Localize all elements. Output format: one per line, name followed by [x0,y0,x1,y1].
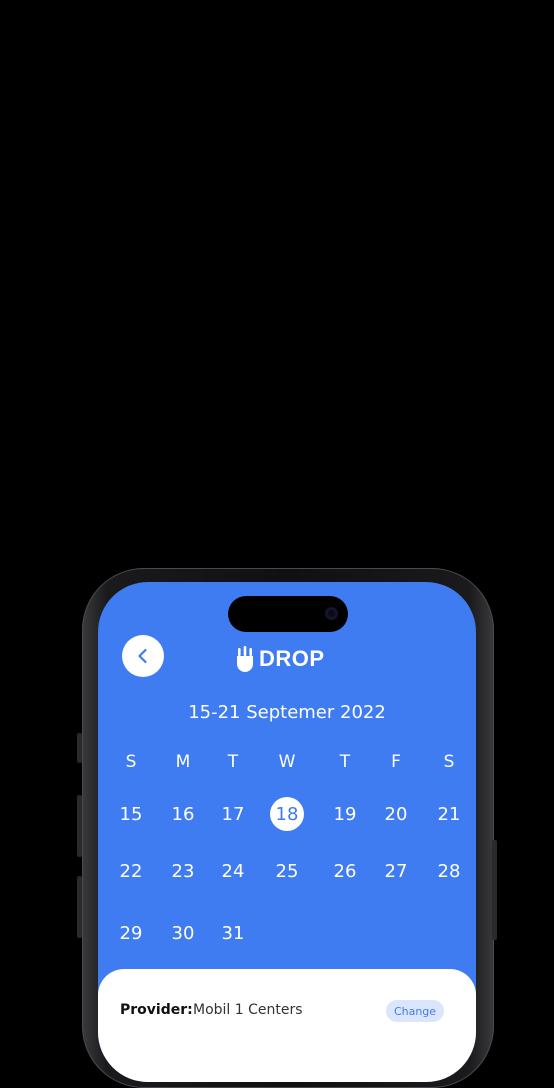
day-number: 23 [171,860,195,882]
weekday-label: T [339,752,351,772]
calendar-day[interactable]: 25 [267,856,307,886]
dynamic-island [228,596,348,632]
provider-label: Provider: [120,1002,193,1018]
calendar-day[interactable]: 22 [111,856,151,886]
calendar-day-selected[interactable]: 18 [267,797,307,831]
calendar-day[interactable]: 26 [325,856,365,886]
day-number: 26 [333,860,357,882]
logo-text: DROP [259,646,325,671]
drop-logo: DROP [236,646,325,672]
calendar-day[interactable]: 31 [213,918,253,948]
calendar-day[interactable]: 24 [213,856,253,886]
weekday-label: M [175,752,191,772]
day-number: 29 [119,922,143,944]
volume-up-button [77,795,82,857]
front-camera [325,607,338,620]
day-number: 25 [275,860,299,882]
week-range-title[interactable]: 15-21 Septemer 2022 [98,702,476,723]
volume-down-button [77,876,82,938]
day-number: 16 [171,803,195,825]
calendar-day[interactable]: 20 [376,799,416,829]
day-number: 18 [275,803,299,825]
day-number: 24 [221,860,245,882]
change-provider-button[interactable]: Change [386,1000,444,1022]
calendar-day[interactable]: 15 [111,799,151,829]
calendar-day[interactable]: 21 [429,799,469,829]
day-number: 28 [437,860,461,882]
app-screen: DROP 15-21 Septemer 2022 S M T W T F S 15 16 17 18… [98,582,476,1082]
day-number: 31 [221,922,245,944]
weekday-label: F [391,752,401,772]
booking-details-card: Provider: Mobil 1 Centers Change [98,969,476,1082]
weekday-label: S [443,752,455,772]
back-button[interactable] [122,635,164,677]
calendar-day[interactable]: 27 [376,856,416,886]
day-number: 30 [171,922,195,944]
power-button [492,840,497,940]
weekday-label: W [278,752,296,772]
day-number: 15 [119,803,143,825]
drop-hand-icon [237,646,253,672]
calendar-day[interactable]: 28 [429,856,469,886]
calendar-day[interactable]: 19 [325,799,365,829]
weekday-label: S [125,752,137,772]
chevron-left-icon [138,648,147,664]
calendar-day[interactable]: 29 [111,918,151,948]
calendar-day[interactable]: 23 [163,856,203,886]
weekday-label: T [227,752,239,772]
day-number: 19 [333,803,357,825]
provider-value: Mobil 1 Centers [193,1002,303,1018]
day-number: 22 [119,860,143,882]
calendar-day[interactable]: 16 [163,799,203,829]
day-number: 17 [221,803,245,825]
calendar-day[interactable]: 17 [213,799,253,829]
day-number: 20 [384,803,408,825]
day-number: 27 [384,860,408,882]
calendar-day[interactable]: 30 [163,918,203,948]
action-button [77,733,82,763]
day-number: 21 [437,803,461,825]
